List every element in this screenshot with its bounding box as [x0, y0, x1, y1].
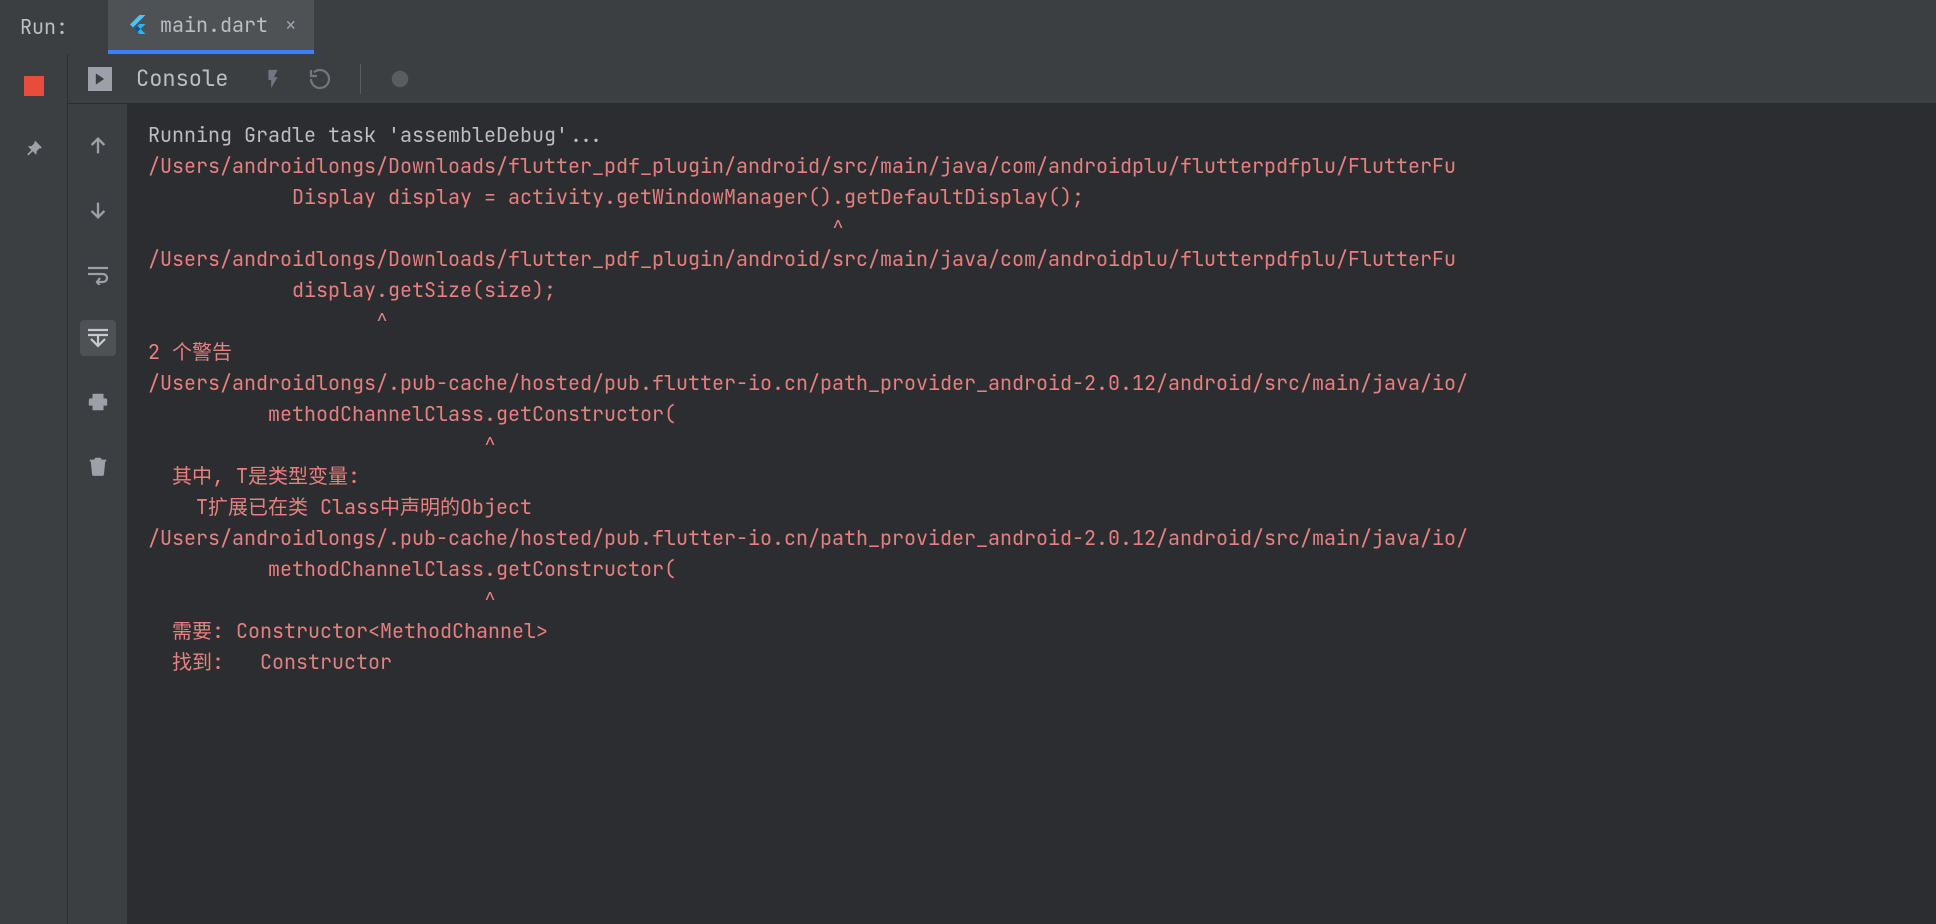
console-line: 找到: Constructor: [148, 647, 1916, 678]
close-icon[interactable]: ×: [286, 15, 296, 36]
console-line: ^: [148, 430, 1916, 461]
tab-label: main.dart: [160, 12, 268, 38]
console-line: Display display = activity.getWindowMana…: [148, 182, 1916, 213]
console-line: 2 个警告: [148, 337, 1916, 368]
expand-console-icon[interactable]: [88, 67, 112, 91]
flash-icon[interactable]: [262, 68, 284, 90]
scroll-to-end-icon[interactable]: [80, 320, 116, 356]
console-line: methodChannelClass.getConstructor(: [148, 554, 1916, 585]
arrow-down-icon[interactable]: [80, 192, 116, 228]
console-toolbar: Console: [68, 54, 1936, 104]
arrow-up-icon[interactable]: [80, 128, 116, 164]
console-line: Running Gradle task 'assembleDebug'...: [148, 120, 1916, 151]
console-line: T扩展已在类 Class中声明的Object: [148, 492, 1916, 523]
run-panel-header: Run: main.dart ×: [0, 0, 1936, 54]
soft-wrap-icon[interactable]: [80, 256, 116, 292]
output-area: Running Gradle task 'assembleDebug'.../U…: [68, 104, 1936, 924]
trash-icon[interactable]: [80, 448, 116, 484]
print-icon[interactable]: [80, 384, 116, 420]
console-line: 需要: Constructor<MethodChannel>: [148, 616, 1916, 647]
content-column: Console: [68, 54, 1936, 924]
flutter-icon: [126, 13, 150, 37]
console-line: 其中, T是类型变量:: [148, 461, 1916, 492]
console-line: /Users/androidlongs/Downloads/flutter_pd…: [148, 244, 1916, 275]
output-toolbar: [68, 104, 128, 924]
console-line: ^: [148, 306, 1916, 337]
stop-button[interactable]: [24, 76, 44, 96]
console-output[interactable]: Running Gradle task 'assembleDebug'.../U…: [128, 104, 1936, 924]
pin-icon[interactable]: [16, 132, 52, 168]
run-config-tab[interactable]: main.dart ×: [108, 0, 314, 54]
console-line: display.getSize(size);: [148, 275, 1916, 306]
run-actions-toolbar: [0, 54, 68, 924]
run-label: Run:: [20, 14, 68, 40]
console-line: /Users/androidlongs/Downloads/flutter_pd…: [148, 151, 1916, 182]
console-line: ^: [148, 585, 1916, 616]
console-line: /Users/androidlongs/.pub-cache/hosted/pu…: [148, 368, 1916, 399]
divider: [360, 64, 361, 94]
main-area: Console: [0, 54, 1936, 924]
console-line: methodChannelClass.getConstructor(: [148, 399, 1916, 430]
console-label: Console: [136, 64, 228, 93]
devtools-icon[interactable]: [389, 68, 411, 90]
console-line: /Users/androidlongs/.pub-cache/hosted/pu…: [148, 523, 1916, 554]
reload-icon[interactable]: [308, 67, 332, 91]
console-line: ^: [148, 213, 1916, 244]
